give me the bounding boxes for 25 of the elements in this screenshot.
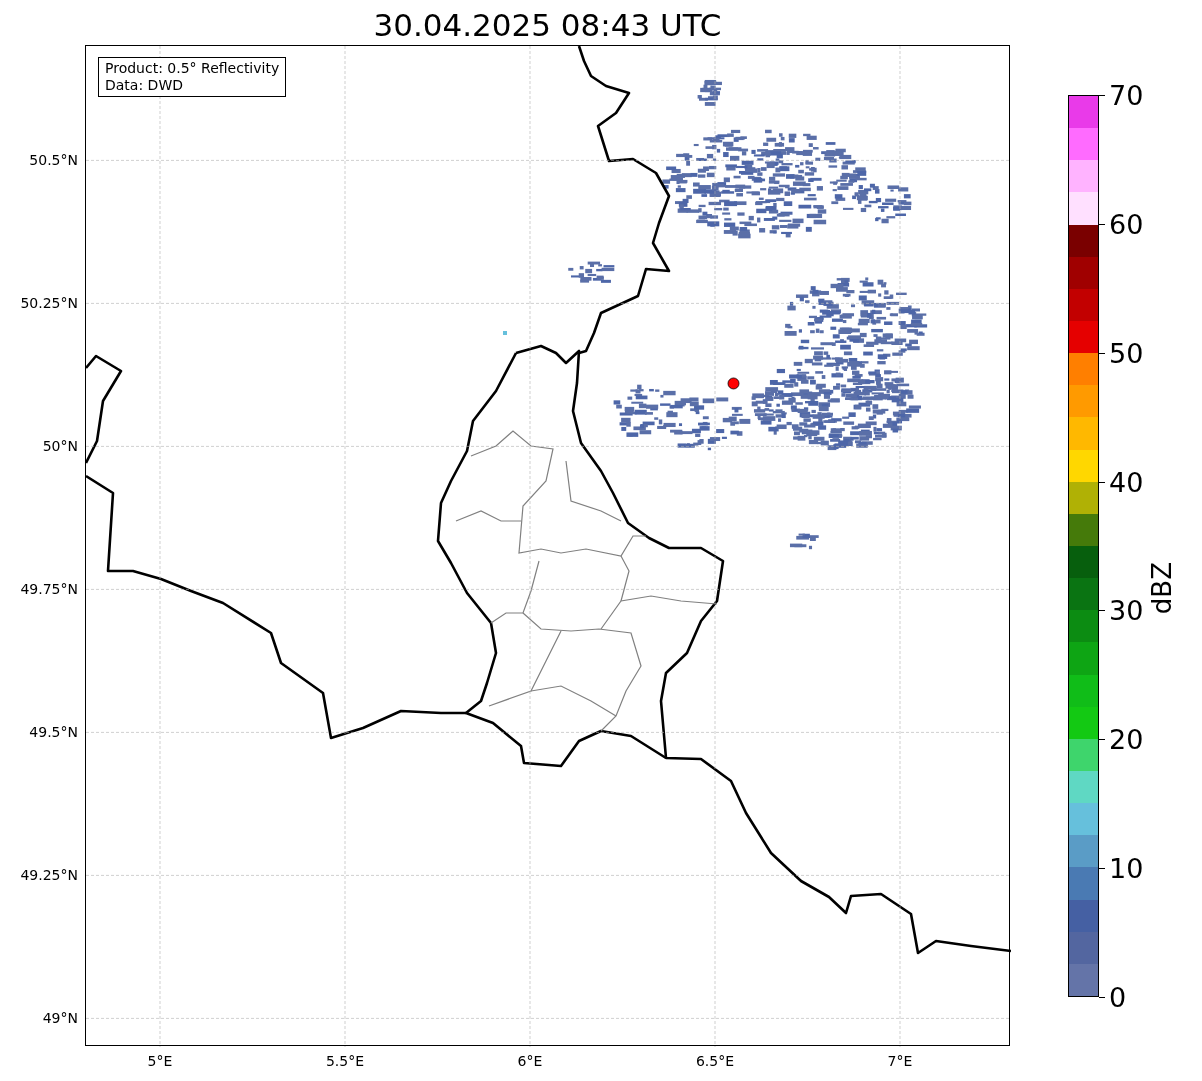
colorbar-tick-label: 0 [1109,983,1127,1011]
axis-tick-label: 5.5°E [325,1052,365,1071]
colorbar-tick-label: 60 [1109,210,1144,238]
legend-text: Data: DWD [105,77,184,94]
axis-tick-label: 49.75°N [20,579,78,599]
axis-tick-label: 5°E [147,1052,173,1071]
colorbar-tick-label: 10 [1109,854,1144,882]
axis-tick-label: 6.5°E [695,1052,735,1071]
colorbar-tick-label: 40 [1109,468,1144,496]
colorbar-tick-label: 30 [1109,596,1144,624]
colorbar-tick-label: 50 [1109,339,1144,367]
colorbar-tick-label: 70 [1109,81,1144,109]
axis-tick-label: 49.5°N [29,722,78,742]
axis-tick-label: 50.5°N [29,150,78,170]
axis-tick-label: 49°N [42,1008,78,1028]
axis-tick-label: 50°N [42,436,78,456]
colorbar-label: dBZ [1146,561,1178,615]
axis-tick-label: 49.25°N [20,865,78,885]
axis-tick-label: 6°E [517,1052,543,1071]
tick-mark [1099,997,1105,998]
axis-tick-label: 7°E [887,1052,913,1071]
chart-title: 30.04.2025 08:43 UTC [372,6,723,45]
axis-tick-label: 50.25°N [20,293,78,313]
legend-text: Product: 0.5° Reflectivity [105,60,280,77]
colorbar-tick-label: 20 [1109,725,1144,753]
